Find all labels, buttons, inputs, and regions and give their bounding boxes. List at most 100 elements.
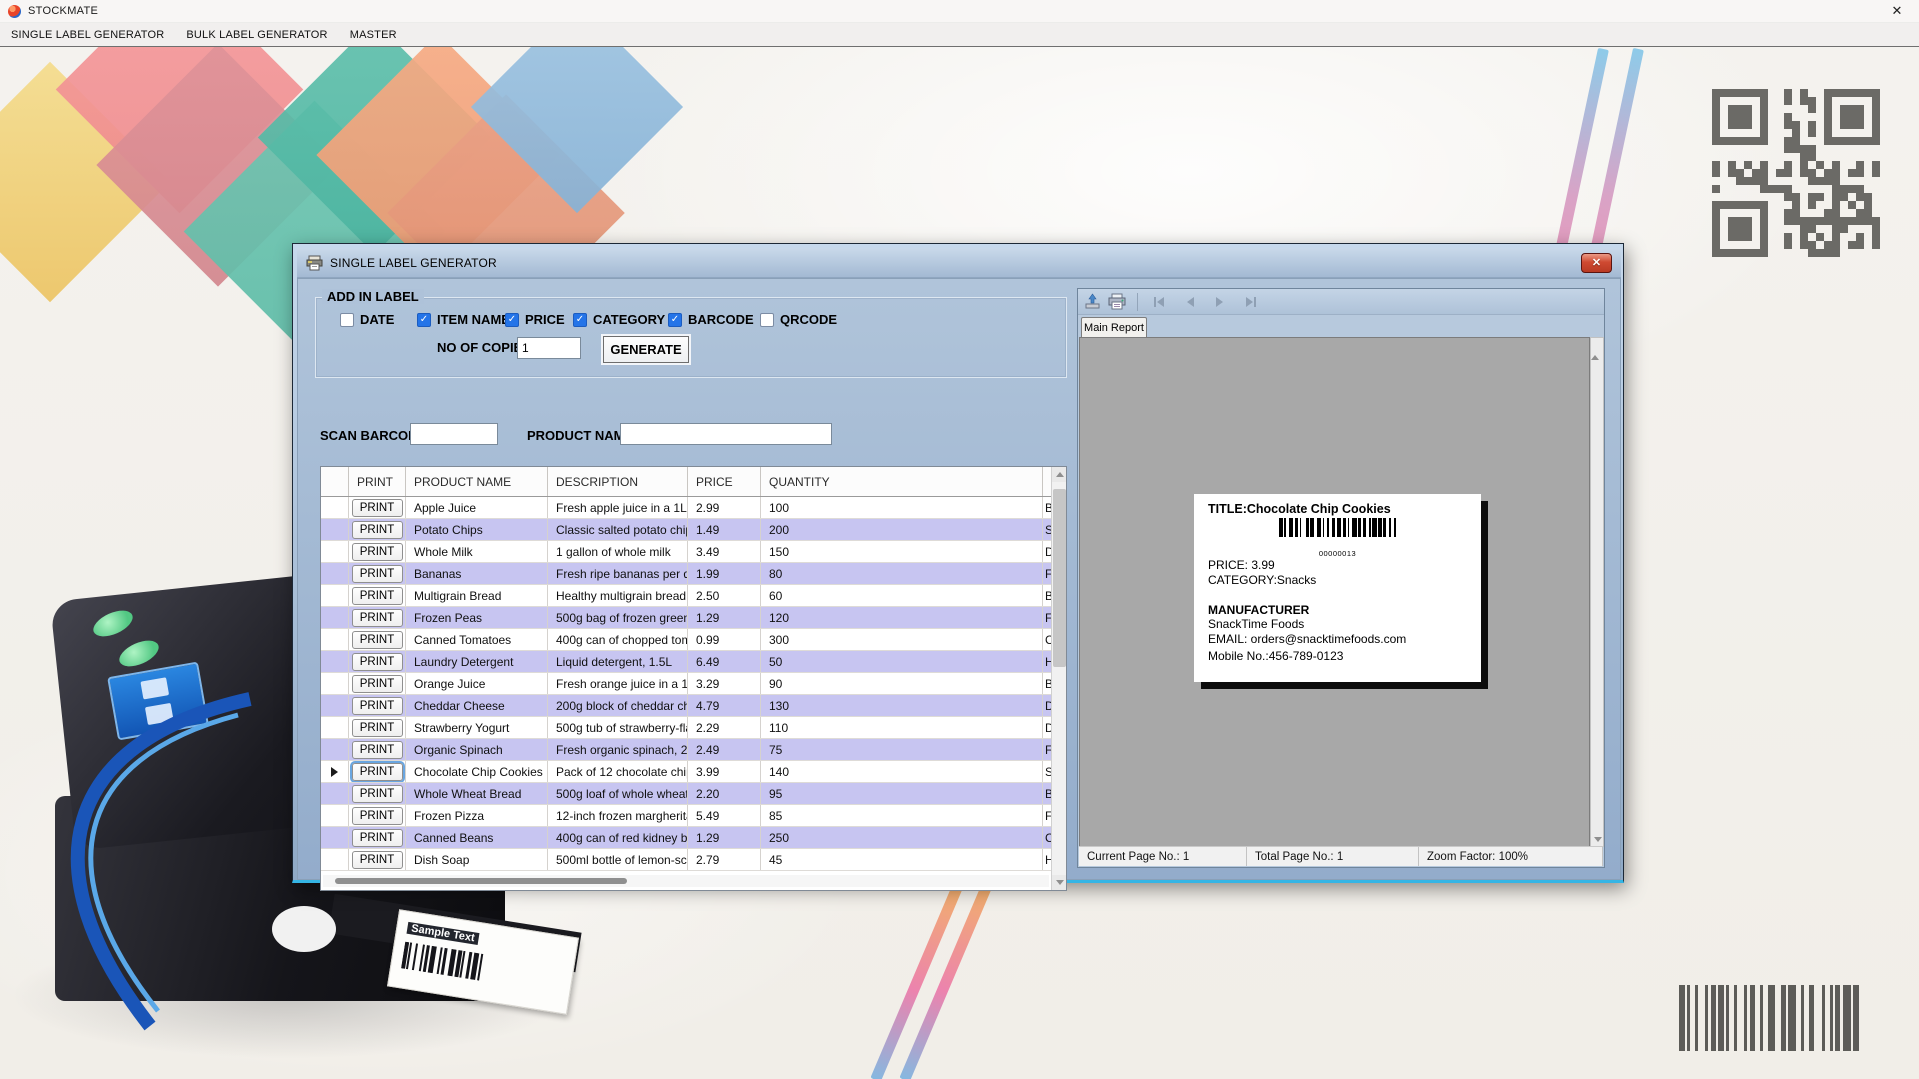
checkbox[interactable]: ✓ PRICE xyxy=(505,312,565,327)
print-button[interactable]: PRINT xyxy=(351,718,403,737)
scroll-up-icon[interactable] xyxy=(1052,467,1066,482)
checkbox-box: ✓ xyxy=(668,312,682,327)
table-row[interactable]: PRINT Cheddar Cheese 200g block of chedd… xyxy=(321,695,1052,717)
table-horizontal-scrollbar[interactable] xyxy=(323,875,1049,887)
nav-next-page-button[interactable] xyxy=(1208,293,1232,311)
print-button[interactable]: PRINT xyxy=(351,498,403,517)
table-row[interactable]: PRINT Frozen Peas 500g bag of frozen gre… xyxy=(321,607,1052,629)
menu-item[interactable]: BULK LABEL GENERATOR xyxy=(175,29,338,41)
product-table: PRINT PRODUCT NAME DESCRIPTION PRICE QUA… xyxy=(320,466,1067,891)
nav-previous-page-button[interactable] xyxy=(1178,293,1202,311)
checkbox-box: ✓ xyxy=(573,312,587,327)
scroll-up-icon[interactable] xyxy=(1591,338,1599,360)
checkbox[interactable]: ✓ BARCODE xyxy=(668,312,754,327)
scrollbar-thumb[interactable] xyxy=(1053,489,1066,667)
export-report-icon[interactable] xyxy=(1084,293,1102,310)
table-row[interactable]: PRINT Canned Beans 400g can of red kidne… xyxy=(321,827,1052,849)
table-row[interactable]: PRINT Chocolate Chip Cookies Pack of 12 … xyxy=(321,761,1052,783)
product-name-input[interactable] xyxy=(620,423,832,445)
table-row[interactable]: PRINT Organic Spinach Fresh organic spin… xyxy=(321,739,1052,761)
table-row[interactable]: PRINT Dish Soap 500ml bottle of lemon-sc… xyxy=(321,849,1052,871)
print-button[interactable]: PRINT xyxy=(351,696,403,715)
checkbox[interactable]: ✓ CATEGORY xyxy=(573,312,665,327)
print-button[interactable]: PRINT xyxy=(351,740,403,759)
print-button[interactable]: PRINT xyxy=(351,806,403,825)
print-button[interactable]: PRINT xyxy=(351,828,403,847)
qr-code-graphic xyxy=(1712,89,1880,257)
header-print[interactable]: PRINT xyxy=(349,467,406,496)
menu-item[interactable]: MASTER xyxy=(339,29,408,41)
table-row[interactable]: PRINT Multigrain Bread Healthy multigrai… xyxy=(321,585,1052,607)
print-button[interactable]: PRINT xyxy=(351,586,403,605)
row-description: Fresh ripe bananas per dozen xyxy=(548,563,688,584)
print-button[interactable]: PRINT xyxy=(351,674,403,693)
row-product-name: Strawberry Yogurt xyxy=(406,717,548,738)
no-of-copies-input[interactable] xyxy=(517,337,581,359)
print-button[interactable]: PRINT xyxy=(351,542,403,561)
generate-button[interactable]: GENERATE xyxy=(603,336,689,363)
print-button[interactable]: PRINT xyxy=(351,608,403,627)
menu-item[interactable]: SINGLE LABEL GENERATOR xyxy=(0,29,175,41)
printer-roll xyxy=(272,906,336,952)
row-quantity: 130 xyxy=(761,695,1043,716)
row-print-cell: PRINT xyxy=(349,563,406,584)
table-row[interactable]: PRINT Canned Tomatoes 400g can of choppe… xyxy=(321,629,1052,651)
menu-bar: SINGLE LABEL GENERATOR BULK LABEL GENERA… xyxy=(0,23,1919,46)
window-close-button[interactable]: ✕ xyxy=(1883,3,1911,19)
row-print-cell: PRINT xyxy=(349,695,406,716)
table-row[interactable]: PRINT Bananas Fresh ripe bananas per doz… xyxy=(321,563,1052,585)
print-button[interactable]: PRINT xyxy=(351,652,403,671)
table-row[interactable]: PRINT Apple Juice Fresh apple juice in a… xyxy=(321,497,1052,519)
row-price: 2.79 xyxy=(688,849,761,870)
scan-barcode-input[interactable] xyxy=(410,423,498,445)
print-report-icon[interactable] xyxy=(1108,293,1127,310)
status-current-page: Current Page No.: 1 xyxy=(1079,847,1247,866)
table-row[interactable]: PRINT Whole Wheat Bread 500g loaf of who… xyxy=(321,783,1052,805)
row-price: 4.79 xyxy=(688,695,761,716)
table-vertical-scrollbar[interactable] xyxy=(1051,467,1066,890)
row-print-cell: PRINT xyxy=(349,761,406,782)
print-button[interactable]: PRINT xyxy=(351,762,403,781)
header-quantity[interactable]: QUANTITY xyxy=(761,467,1043,496)
dialog-client-area: ADD IN LABEL NO OF COPIES GENERATE DATE … xyxy=(297,278,1621,891)
checkbox[interactable]: QRCODE xyxy=(760,312,837,327)
row-print-cell: PRINT xyxy=(349,519,406,540)
table-row[interactable]: PRINT Orange Juice Fresh orange juice in… xyxy=(321,673,1052,695)
scroll-down-icon[interactable] xyxy=(1052,875,1066,890)
print-button[interactable]: PRINT xyxy=(351,520,403,539)
checkbox[interactable]: ✓ ITEM NAME xyxy=(417,312,510,327)
scrollbar-thumb[interactable] xyxy=(335,878,627,884)
nav-last-page-button[interactable] xyxy=(1238,293,1262,311)
header-price[interactable]: PRICE xyxy=(688,467,761,496)
row-price: 1.99 xyxy=(688,563,761,584)
row-product-name: Orange Juice xyxy=(406,673,548,694)
table-row[interactable]: PRINT Frozen Pizza 12-inch frozen marghe… xyxy=(321,805,1052,827)
row-description: Pack of 12 chocolate chip coo... xyxy=(548,761,688,782)
checkbox-label: QRCODE xyxy=(780,312,838,327)
table-row[interactable]: PRINT Potato Chips Classic salted potato… xyxy=(321,519,1052,541)
checkbox-label: ITEM NAME xyxy=(437,312,510,327)
print-button[interactable]: PRINT xyxy=(351,784,403,803)
row-quantity: 250 xyxy=(761,827,1043,848)
table-row[interactable]: PRINT Whole Milk 1 gallon of whole milk … xyxy=(321,541,1052,563)
label-preview: TITLE:Chocolate Chip Cookies 00000013 PR… xyxy=(1194,494,1481,682)
scroll-down-icon[interactable] xyxy=(1594,837,1602,842)
header-product-name[interactable]: PRODUCT NAME xyxy=(406,467,548,496)
report-vertical-scrollbar[interactable] xyxy=(1590,337,1604,847)
dialog-close-button[interactable]: ✕ xyxy=(1581,252,1612,273)
dialog-title-bar[interactable]: SINGLE LABEL GENERATOR ✕ xyxy=(297,248,1621,278)
main-report-tab[interactable]: Main Report xyxy=(1081,317,1147,337)
print-button[interactable]: PRINT xyxy=(351,850,403,869)
checkbox[interactable]: DATE xyxy=(340,312,394,327)
row-price: 3.99 xyxy=(688,761,761,782)
print-button[interactable]: PRINT xyxy=(351,564,403,583)
label-barcode xyxy=(1270,518,1406,537)
nav-first-page-button[interactable] xyxy=(1148,293,1172,311)
row-quantity: 75 xyxy=(761,739,1043,760)
row-price: 6.49 xyxy=(688,651,761,672)
table-row[interactable]: PRINT Strawberry Yogurt 500g tub of stra… xyxy=(321,717,1052,739)
header-description[interactable]: DESCRIPTION xyxy=(548,467,688,496)
row-price: 2.50 xyxy=(688,585,761,606)
print-button[interactable]: PRINT xyxy=(351,630,403,649)
table-row[interactable]: PRINT Laundry Detergent Liquid detergent… xyxy=(321,651,1052,673)
